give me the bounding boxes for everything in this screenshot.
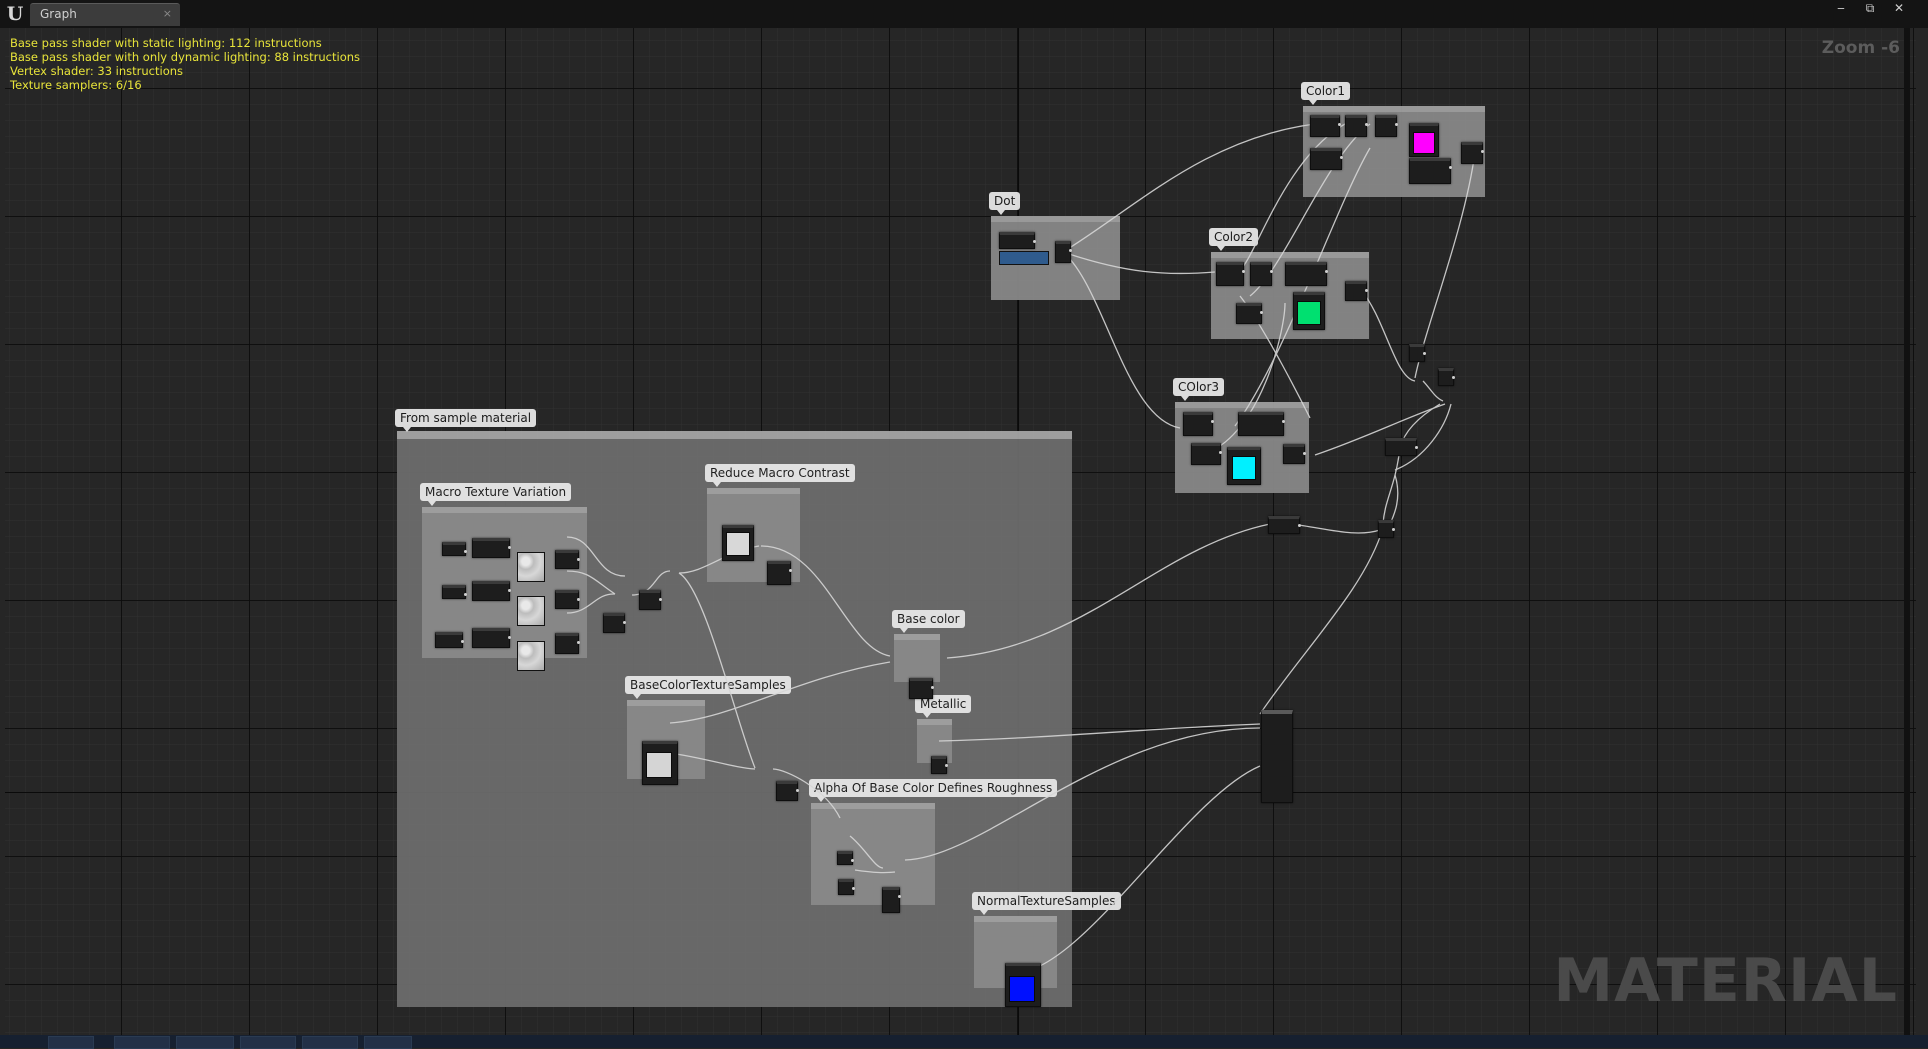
material-graph-canvas[interactable]: Base pass shader with static lighting: 1… xyxy=(5,28,1916,1035)
scalar-param-node[interactable] xyxy=(1238,412,1285,436)
macro-texture-sample-2[interactable] xyxy=(517,596,545,626)
lerp-node[interactable] xyxy=(555,633,580,654)
base-color-texture-sample-node[interactable] xyxy=(642,741,678,785)
taskbar-item[interactable] xyxy=(364,1036,412,1049)
wire-connections xyxy=(566,123,1476,974)
multiply-node[interactable] xyxy=(472,628,511,648)
macro-texture-sample-1[interactable] xyxy=(517,552,545,582)
add-node[interactable] xyxy=(639,590,662,610)
base-color-reroute-node[interactable] xyxy=(909,678,934,699)
dot-product-node[interactable] xyxy=(1055,241,1072,263)
camera-vector-node[interactable] xyxy=(999,251,1049,265)
lerp-node[interactable] xyxy=(1461,142,1484,164)
constant-node[interactable] xyxy=(722,525,754,561)
texcoord-node[interactable] xyxy=(435,632,464,648)
taskbar-item[interactable] xyxy=(114,1036,170,1049)
lerp-node[interactable] xyxy=(555,550,580,569)
color2-swatch xyxy=(1297,301,1321,325)
power-node[interactable] xyxy=(1183,412,1214,436)
texture-preview xyxy=(646,752,672,778)
minimize-button[interactable]: ‒ xyxy=(1828,1,1854,15)
scalar-node[interactable] xyxy=(1236,303,1263,324)
normal-texture-sample-node[interactable] xyxy=(1005,963,1041,1007)
one-minus-node[interactable] xyxy=(1345,115,1368,137)
lerp-node[interactable] xyxy=(1378,520,1395,538)
texcoord-node[interactable] xyxy=(442,542,467,556)
one-minus-node[interactable] xyxy=(1250,262,1273,286)
taskbar-item[interactable] xyxy=(240,1036,296,1049)
scalar-param-node[interactable] xyxy=(1285,262,1328,286)
restore-button[interactable]: ⧉ xyxy=(1857,1,1883,15)
metallic-constant-node[interactable] xyxy=(931,756,948,774)
color1-swatch xyxy=(1413,132,1435,154)
scalar-param-node[interactable] xyxy=(1409,158,1452,184)
power-node[interactable] xyxy=(1216,262,1245,286)
tab-graph[interactable]: Graph × xyxy=(30,3,180,26)
scalar-node[interactable] xyxy=(837,851,854,865)
vector-param-color1-node[interactable] xyxy=(1409,123,1439,157)
lerp-node[interactable] xyxy=(1345,281,1368,301)
material-output-node[interactable] xyxy=(1261,710,1293,803)
close-window-button[interactable]: ✕ xyxy=(1886,1,1912,15)
normal-swatch xyxy=(1009,976,1035,1002)
taskbar-item[interactable] xyxy=(302,1036,358,1049)
power-node[interactable] xyxy=(1310,115,1341,137)
multiply-node[interactable] xyxy=(472,581,511,601)
lerp-node[interactable] xyxy=(1283,444,1306,464)
vector-param-color2-node[interactable] xyxy=(1293,292,1325,330)
unreal-engine-logo-icon: U xyxy=(6,3,24,25)
os-taskbar xyxy=(0,1035,1928,1049)
color3-swatch xyxy=(1232,456,1256,480)
vertical-scrollbar[interactable] xyxy=(1904,28,1910,1035)
constant-swatch xyxy=(726,532,750,556)
multiply-node[interactable] xyxy=(1375,115,1398,137)
multiply-node[interactable] xyxy=(472,538,511,558)
lerp-node[interactable] xyxy=(1438,368,1455,386)
multiply-node[interactable] xyxy=(776,781,799,801)
vector-param-color3-node[interactable] xyxy=(1227,447,1261,485)
lerp-node[interactable] xyxy=(555,590,580,609)
tab-close-icon[interactable]: × xyxy=(163,7,172,20)
lerp-node[interactable] xyxy=(1409,344,1426,362)
scalar-node[interactable] xyxy=(838,879,855,895)
taskbar-item[interactable] xyxy=(48,1036,94,1049)
scalar-node[interactable] xyxy=(1191,443,1222,465)
title-bar: U Graph × ‒ ⧉ ✕ xyxy=(0,0,1928,28)
tab-label: Graph xyxy=(40,7,77,21)
lerp-node[interactable] xyxy=(1385,438,1418,456)
lerp-node[interactable] xyxy=(767,561,792,585)
texcoord-node[interactable] xyxy=(442,585,467,599)
lerp-node[interactable] xyxy=(882,887,901,913)
scalar-node[interactable] xyxy=(1310,148,1343,170)
taskbar-item[interactable] xyxy=(176,1036,234,1049)
lerp-node[interactable] xyxy=(1268,516,1301,534)
multiply-node[interactable] xyxy=(603,613,626,633)
vector-param-node[interactable] xyxy=(999,232,1036,249)
macro-texture-sample-3[interactable] xyxy=(517,641,545,671)
